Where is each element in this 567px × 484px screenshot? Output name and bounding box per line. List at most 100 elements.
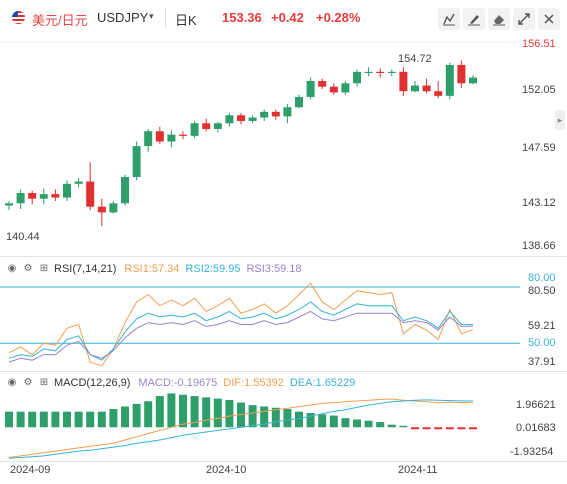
macd-histogram-bar <box>109 409 118 428</box>
macd-histogram-bar <box>97 411 106 428</box>
y-tick: 143.12 <box>522 197 556 209</box>
visibility-icon[interactable]: ◉ <box>6 377 18 389</box>
macd-histogram-bar <box>213 398 222 428</box>
expand-icon[interactable]: ⊞ <box>38 377 50 389</box>
candlestick-chart[interactable] <box>0 36 520 254</box>
candle-body <box>469 77 477 84</box>
rsi-tick: 59.21 <box>528 320 556 332</box>
draw-line-icon[interactable] <box>438 8 460 30</box>
candle-body <box>179 134 187 136</box>
macd-legend: ◉ ⚙ ⊞ MACD(12,26,9) MACD:-0.19675 DIF:1.… <box>6 375 356 391</box>
settings-icon[interactable]: ⚙ <box>22 377 34 389</box>
dif-value: DIF:1.55392 <box>223 377 284 389</box>
y-tick-top: 156.51 <box>522 38 556 50</box>
macd-histogram-bar <box>121 406 129 428</box>
candle-body <box>457 64 466 84</box>
candle-body <box>155 131 164 142</box>
macd-histogram-bar <box>318 414 327 428</box>
candle-body <box>422 85 431 92</box>
rsi3-value: RSI3:59.18 <box>246 263 302 275</box>
rsi-series-2 <box>8 301 474 361</box>
rsi-legend: ◉ ⚙ ⊞ RSI(7,14,21) RSI1:57.34 RSI2:59.95… <box>6 261 302 277</box>
candle-body <box>237 115 245 121</box>
high-label: 154.72 <box>398 53 432 65</box>
macd-histogram-bar <box>445 427 454 430</box>
macd-histogram-bar <box>51 411 60 428</box>
candle-body <box>132 146 141 177</box>
chevron-down-icon[interactable]: ▾ <box>149 11 154 22</box>
macd-histogram-bar <box>16 411 25 428</box>
macd-histogram-bar <box>86 411 95 428</box>
macd-histogram-bar <box>179 394 187 428</box>
close-icon[interactable] <box>538 8 560 30</box>
macd-histogram-bar <box>39 411 48 428</box>
macd-histogram-bar <box>155 396 164 428</box>
candle-body <box>5 203 13 206</box>
macd-histogram-bar <box>341 418 350 428</box>
candle-body <box>86 181 95 207</box>
macd-histogram-bar <box>295 411 303 428</box>
candle-body <box>341 83 350 93</box>
candle-body <box>283 107 292 117</box>
price-change-pct: +0.28% <box>316 10 361 25</box>
candle-body <box>353 71 361 84</box>
candle-body <box>329 86 338 93</box>
macd-histogram-bar <box>387 424 396 428</box>
candle-body <box>445 64 454 96</box>
rsi-tick: 50.00 <box>528 337 556 349</box>
candle-body <box>271 111 280 117</box>
candle-body <box>121 176 129 204</box>
rsi-tick: 80.00 <box>528 272 556 284</box>
candle-body <box>260 111 269 118</box>
x-tick: 2024-11 <box>398 464 438 476</box>
macd-tick: 1.96621 <box>516 399 556 411</box>
macd-histogram-bar <box>5 411 13 428</box>
macd-histogram-bar <box>329 415 338 428</box>
fullscreen-icon[interactable] <box>513 8 535 30</box>
candle-body <box>387 71 396 74</box>
erase-icon[interactable] <box>488 8 510 30</box>
y-tick: 138.66 <box>522 240 556 252</box>
macd-tick: -1.93254 <box>510 446 554 458</box>
candle-body <box>318 80 327 87</box>
macd-histogram-bar <box>202 397 211 428</box>
x-tick: 2024-10 <box>206 464 247 476</box>
macd-histogram-bar <box>271 407 280 428</box>
brush-icon[interactable] <box>463 8 485 30</box>
candle-body <box>63 183 71 198</box>
candle-body <box>213 123 222 129</box>
x-tick: 2024-09 <box>10 464 51 476</box>
macd-histogram-bar <box>144 401 153 428</box>
period-selector[interactable]: 日K <box>175 10 197 29</box>
symbol-name[interactable]: 美元/日元 <box>32 10 88 29</box>
price-change: +0.42 <box>271 10 304 25</box>
collapse-handle-icon[interactable]: ▸ <box>555 110 565 130</box>
y-tick: 147.59 <box>522 142 556 154</box>
rsi-tick: 37.91 <box>528 356 556 368</box>
low-label: 140.44 <box>6 231 40 243</box>
candle-body <box>28 192 37 199</box>
divider <box>0 371 567 372</box>
macd-histogram-bar <box>422 427 431 430</box>
macd-histogram-bar <box>434 427 443 430</box>
candle-body <box>225 115 234 124</box>
macd-histogram-bar <box>411 427 419 430</box>
visibility-icon[interactable]: ◉ <box>6 263 18 275</box>
candle-body <box>202 123 211 129</box>
macd-histogram-bar <box>399 425 408 428</box>
candle-body <box>376 71 385 74</box>
macd-histogram-bar <box>28 411 37 428</box>
us-flag-icon <box>12 11 25 24</box>
macd-title: MACD(12,26,9) <box>54 377 131 389</box>
settings-icon[interactable]: ⚙ <box>22 263 34 275</box>
candle-body <box>51 194 60 198</box>
symbol-code[interactable]: USDJPY <box>97 10 148 25</box>
rsi2-value: RSI2:59.95 <box>185 263 241 275</box>
macd-chart[interactable] <box>0 392 520 462</box>
macd-histogram-bar <box>63 411 71 428</box>
candle-body <box>39 194 48 199</box>
rsi-chart[interactable] <box>0 278 520 370</box>
macd-tick: 0.01683 <box>516 422 556 434</box>
candle-body <box>434 91 443 96</box>
expand-icon[interactable]: ⊞ <box>38 263 50 275</box>
